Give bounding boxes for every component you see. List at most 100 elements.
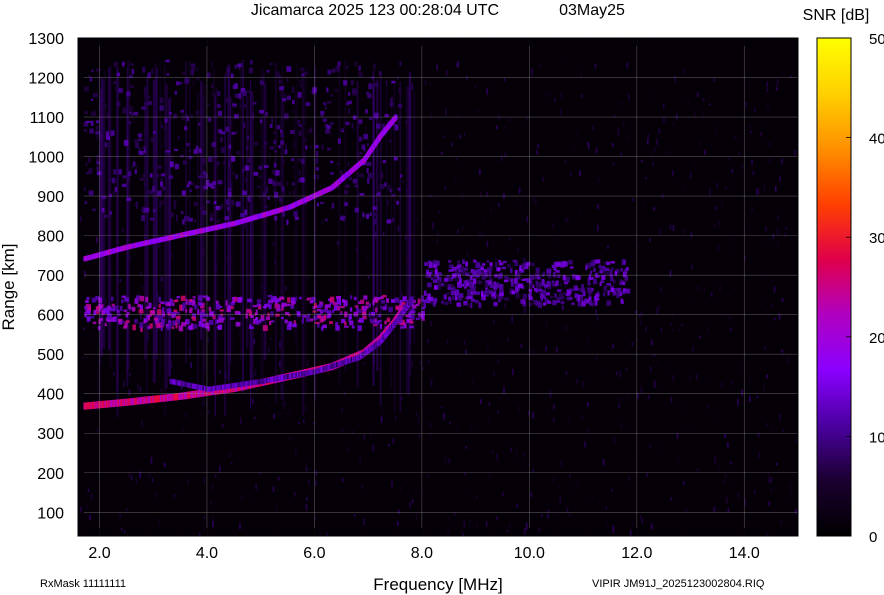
band-cell bbox=[349, 307, 353, 312]
noise-speckle bbox=[769, 158, 771, 163]
noise-speckle bbox=[752, 164, 754, 170]
noise-speckle bbox=[576, 379, 578, 384]
noise-speckle bbox=[515, 450, 518, 457]
noise-speckle bbox=[728, 293, 730, 296]
band-cell bbox=[603, 285, 607, 292]
x-tick-label: 10.0 bbox=[514, 545, 545, 562]
noise-speckle bbox=[544, 92, 547, 98]
noise-speckle bbox=[725, 186, 727, 189]
band-cell bbox=[367, 93, 372, 99]
band-cell bbox=[294, 216, 299, 220]
noise-speckle bbox=[766, 423, 768, 426]
band-cell bbox=[590, 260, 594, 263]
band-cell bbox=[189, 307, 193, 311]
band-cell bbox=[128, 106, 134, 112]
noise-speckle bbox=[469, 519, 471, 525]
noise-speckle bbox=[90, 296, 92, 303]
y-tick-label: 1300 bbox=[28, 31, 64, 48]
noise-speckle bbox=[765, 226, 767, 232]
band-cell bbox=[569, 288, 573, 292]
noise-speckle bbox=[86, 504, 89, 510]
noise-speckle bbox=[411, 358, 413, 366]
noise-speckle bbox=[472, 379, 474, 386]
band-cell bbox=[515, 287, 519, 294]
noise-speckle bbox=[547, 514, 549, 519]
noise-speckle bbox=[730, 245, 732, 251]
noise-speckle bbox=[217, 219, 220, 223]
band-cell bbox=[178, 315, 181, 320]
band-cell bbox=[303, 71, 309, 75]
band-cell bbox=[329, 122, 334, 125]
interference-streak bbox=[109, 66, 112, 368]
band-cell bbox=[609, 277, 614, 282]
band-cell bbox=[538, 288, 543, 292]
band-cell bbox=[84, 306, 88, 310]
noise-speckle bbox=[409, 502, 411, 508]
band-cell bbox=[249, 60, 253, 65]
band-cell bbox=[147, 72, 152, 78]
band-cell bbox=[129, 85, 135, 88]
noise-speckle bbox=[399, 485, 402, 492]
noise-speckle bbox=[497, 359, 499, 364]
noise-speckle bbox=[140, 271, 142, 276]
band-cell bbox=[196, 77, 200, 81]
band-cell bbox=[132, 161, 136, 167]
noise-speckle bbox=[709, 188, 711, 196]
band-cell bbox=[226, 67, 231, 73]
noise-speckle bbox=[569, 173, 572, 176]
band-cell bbox=[219, 309, 224, 312]
band-cell bbox=[164, 215, 168, 221]
band-cell bbox=[198, 321, 203, 327]
band-cell bbox=[375, 114, 379, 119]
noise-speckle bbox=[718, 244, 720, 252]
noise-speckle bbox=[758, 451, 760, 458]
noise-speckle bbox=[292, 165, 294, 168]
noise-speckle bbox=[676, 433, 679, 440]
band-cell bbox=[242, 90, 247, 97]
band-cell bbox=[402, 296, 407, 302]
band-cell bbox=[363, 133, 369, 140]
band-cell bbox=[218, 110, 222, 116]
band-cell bbox=[411, 310, 416, 313]
band-cell bbox=[278, 145, 281, 149]
noise-speckle bbox=[613, 437, 616, 445]
band-cell bbox=[362, 305, 368, 311]
noise-speckle bbox=[665, 150, 668, 156]
band-cell bbox=[119, 305, 123, 312]
noise-speckle bbox=[172, 252, 174, 260]
noise-speckle bbox=[530, 491, 533, 498]
noise-speckle bbox=[781, 298, 784, 303]
band-cell bbox=[319, 201, 325, 205]
colorbar-tick-label: 40 bbox=[869, 131, 884, 148]
band-cell bbox=[182, 219, 185, 225]
noise-speckle bbox=[440, 406, 443, 409]
noise-speckle bbox=[423, 150, 426, 153]
noise-speckle bbox=[161, 283, 164, 288]
noise-speckle bbox=[161, 124, 163, 129]
noise-speckle bbox=[714, 457, 716, 464]
band-cell bbox=[254, 141, 259, 146]
noise-speckle bbox=[212, 483, 214, 491]
band-cell bbox=[193, 202, 198, 206]
noise-speckle bbox=[456, 113, 458, 117]
band-cell bbox=[481, 290, 484, 297]
band-cell bbox=[236, 151, 241, 155]
band-cell bbox=[89, 78, 93, 82]
band-cell bbox=[264, 141, 268, 146]
noise-speckle bbox=[363, 434, 366, 441]
noise-speckle bbox=[372, 444, 374, 451]
noise-speckle bbox=[703, 287, 706, 292]
band-cell bbox=[595, 275, 600, 278]
noise-speckle bbox=[419, 361, 422, 365]
noise-speckle bbox=[211, 83, 213, 88]
band-cell bbox=[232, 299, 235, 303]
band-cell bbox=[301, 317, 305, 324]
interference-streak bbox=[116, 66, 119, 418]
band-cell bbox=[152, 185, 156, 192]
noise-speckle bbox=[219, 465, 221, 473]
noise-speckle bbox=[678, 329, 680, 333]
noise-speckle bbox=[605, 507, 608, 510]
band-cell bbox=[280, 140, 285, 145]
band-cell bbox=[160, 181, 164, 187]
band-cell bbox=[440, 282, 444, 287]
